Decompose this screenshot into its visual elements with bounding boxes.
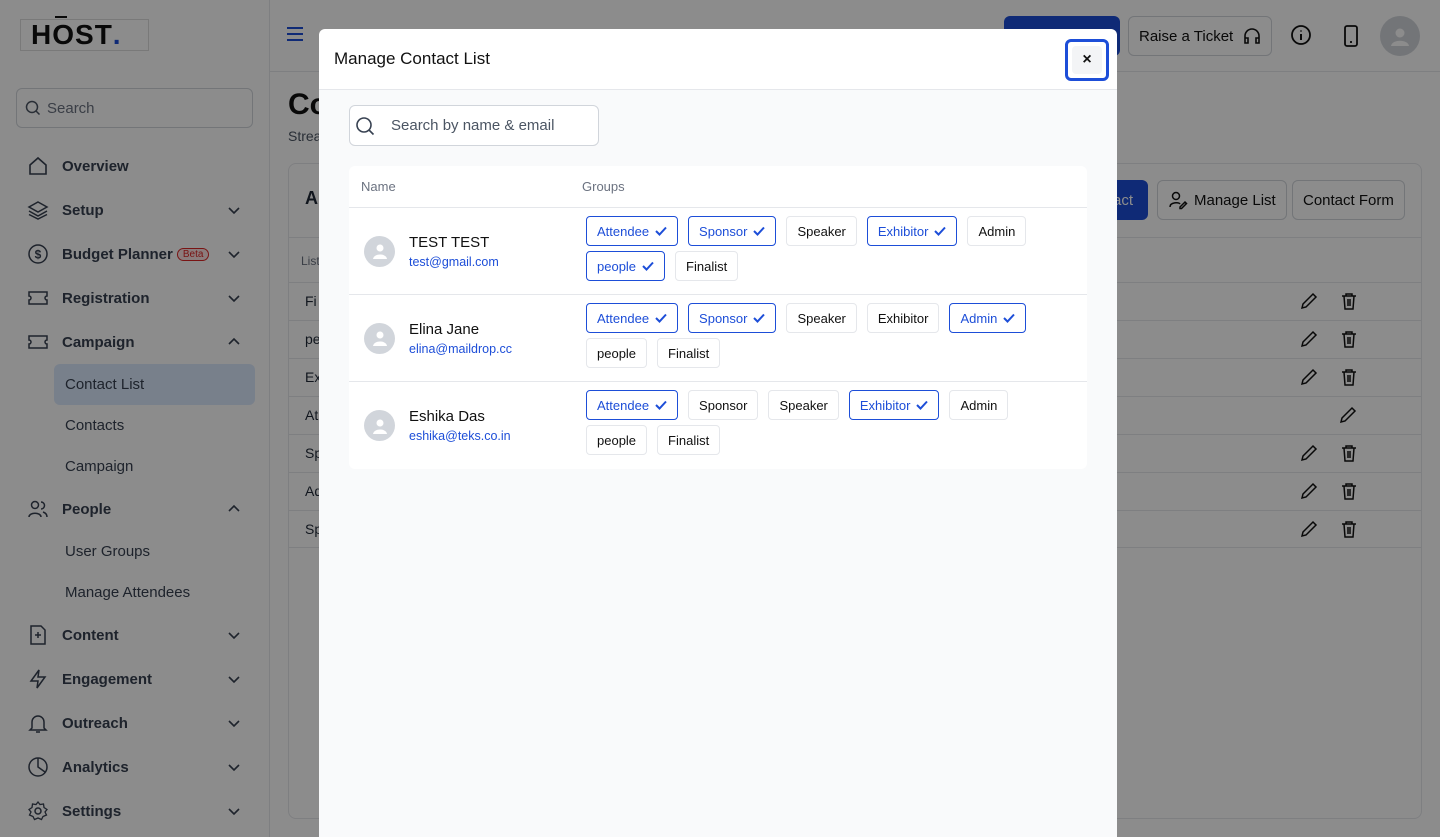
contact-search-placeholder: Search by name & email [391, 117, 555, 134]
contact-email: test@gmail.com [409, 254, 499, 269]
group-tag-label: people [597, 258, 637, 274]
group-tag-label: Sponsor [699, 397, 748, 413]
group-tag[interactable]: Exhibitor [866, 216, 958, 246]
table-row: Eshika Das eshika@teks.co.in Attendee Spons… [349, 382, 1087, 469]
group-tag-label: Admin [960, 310, 998, 326]
avatar [364, 235, 395, 267]
manage-contact-list-modal: Manage Contact List × Search by name & e… [319, 29, 1117, 837]
modal-title: Manage Contact List [334, 49, 490, 68]
check-icon [655, 226, 667, 236]
column-header-name: Name [361, 179, 396, 194]
close-button[interactable]: × [1065, 39, 1109, 81]
check-icon [753, 226, 766, 236]
group-tag[interactable]: Attendee [586, 216, 679, 246]
check-icon [655, 400, 667, 410]
user-icon [372, 331, 387, 346]
group-tag[interactable]: Speaker [786, 303, 857, 333]
user-icon [372, 244, 387, 259]
group-tag[interactable]: Sponsor [688, 303, 777, 333]
table-row: Elina Jane elina@maildrop.cc Attendee Spons… [349, 295, 1087, 382]
group-tag-label: Finalist [686, 258, 728, 274]
contact-search-input[interactable]: Search by name & email [349, 105, 599, 146]
group-tag[interactable]: Attendee [586, 390, 679, 420]
group-tag[interactable]: Admin [949, 303, 1027, 333]
group-tag-label: Exhibitor [859, 397, 911, 413]
group-tag[interactable]: Finalist [657, 338, 721, 368]
group-tag-label: Speaker [797, 310, 846, 326]
search-icon [356, 116, 375, 135]
contact-email: eshika@teks.co.in [409, 429, 511, 443]
contact-name: TEST TEST [409, 233, 490, 251]
group-tag-label: Admin [960, 397, 998, 413]
group-tag-label: Speaker [797, 223, 846, 239]
group-tag-label: Exhibitor [877, 223, 929, 239]
check-icon [1003, 313, 1016, 323]
group-tag[interactable]: Exhibitor [848, 390, 940, 420]
group-tag[interactable]: Finalist [675, 251, 739, 281]
group-tag-label: Attendee [597, 397, 650, 413]
group-tag[interactable]: Admin [949, 390, 1009, 420]
contact-email: elina@maildrop.cc [409, 341, 513, 356]
group-tags: Attendee Sponsor Speaker Exhibitor Admin peop… [586, 295, 1086, 381]
group-tag[interactable]: people [586, 425, 648, 455]
group-tags: Attendee Sponsor Speaker Exhibitor Admin peop… [586, 208, 1086, 294]
group-tag-label: Sponsor [699, 310, 748, 326]
contacts-table: Name Groups TEST TEST test@gmail.com Atten… [349, 166, 1087, 469]
group-tag[interactable]: Speaker [768, 390, 839, 420]
group-tag[interactable]: Speaker [786, 216, 857, 246]
avatar [364, 410, 395, 441]
group-tag[interactable]: Admin [967, 216, 1027, 246]
group-tags: Attendee Sponsor Speaker Exhibitor Admin peop… [586, 382, 1086, 469]
group-tag-label: Sponsor [699, 223, 748, 239]
modal-body: Search by name & email Name Groups TEST … [319, 90, 1117, 837]
group-tag[interactable]: Exhibitor [866, 303, 940, 333]
contact-cell: Elina Jane elina@maildrop.cc [349, 295, 586, 381]
table-header: Name Groups [349, 166, 1087, 208]
check-icon [655, 313, 667, 323]
group-tag-label: Speaker [779, 397, 828, 413]
group-tag-label: Exhibitor [877, 310, 929, 326]
modal-header: Manage Contact List × [319, 29, 1117, 90]
user-icon [372, 419, 387, 434]
group-tag-label: Finalist [668, 432, 710, 448]
group-tag-label: Finalist [668, 345, 710, 361]
group-tag-label: people [597, 345, 637, 361]
group-tag[interactable]: Sponsor [688, 390, 759, 420]
check-icon [916, 400, 929, 410]
check-icon [642, 261, 654, 271]
group-tag-label: people [597, 432, 637, 448]
contact-name: Elina Jane [409, 320, 480, 338]
group-tag-label: Attendee [597, 223, 650, 239]
check-icon [934, 226, 947, 236]
group-tag[interactable]: Attendee [586, 303, 679, 333]
group-tag-label: Attendee [597, 310, 650, 326]
group-tag[interactable]: people [586, 251, 666, 281]
avatar [364, 322, 395, 354]
group-tag[interactable]: people [586, 338, 648, 368]
close-icon: × [1072, 46, 1102, 74]
group-tag-label: Admin [978, 223, 1016, 239]
group-tag[interactable]: Finalist [657, 425, 721, 455]
table-row: TEST TEST test@gmail.com Attendee Sponsor Sp… [349, 208, 1087, 295]
column-header-groups: Groups [582, 179, 625, 194]
check-icon [753, 313, 766, 323]
group-tag[interactable]: Sponsor [688, 216, 777, 246]
contact-name: Eshika Das [409, 408, 485, 425]
contact-cell: Eshika Das eshika@teks.co.in [349, 382, 586, 469]
contact-cell: TEST TEST test@gmail.com [349, 208, 586, 294]
